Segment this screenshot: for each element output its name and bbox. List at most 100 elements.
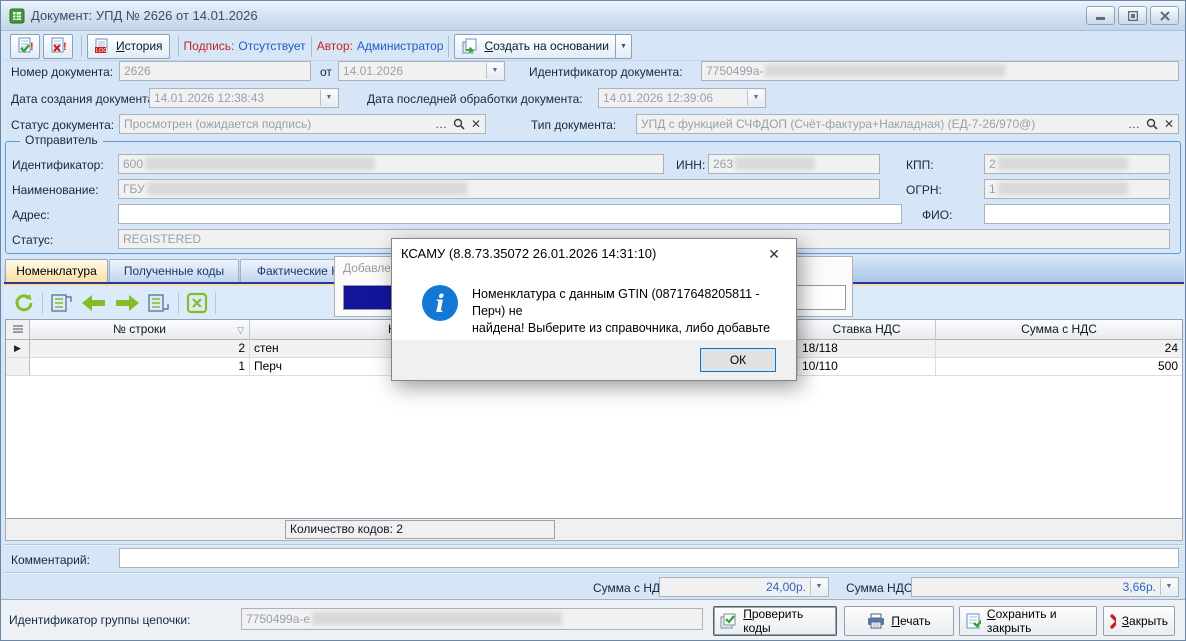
move-all-right-button[interactable] — [147, 292, 171, 314]
redacted-text — [998, 182, 1128, 195]
refresh-icon — [13, 292, 35, 314]
export-excel-button[interactable] — [186, 292, 208, 314]
doc-cross-icon: ! — [50, 37, 66, 55]
document-window: Документ: УПД № 2626 от 14.01.2026 ! ! L… — [0, 0, 1186, 641]
message-dialog: КСАМУ (8.8.73.35072 26.01.2026 14:31:10)… — [391, 238, 797, 381]
signature-label: Подпись: — [184, 39, 235, 53]
doc-type-label: Тип документа: — [531, 115, 616, 135]
move-right-button[interactable] — [114, 294, 140, 312]
doc-check-icon: ! — [17, 37, 33, 55]
check-codes-button[interactable]: Проверить коды — [713, 606, 837, 636]
close-icon — [1160, 11, 1170, 21]
cell-row-number[interactable]: 1 — [30, 358, 250, 376]
sender-inn-label: ИНН: — [676, 155, 705, 175]
sender-fio-field[interactable] — [984, 204, 1170, 224]
comment-field[interactable] — [119, 548, 1179, 568]
created-date-label: Дата создания документа: — [11, 89, 158, 109]
maximize-button[interactable] — [1118, 6, 1147, 25]
dropdown-icon[interactable]: ▼ — [1160, 579, 1177, 595]
sender-ogrn-label: ОГРН: — [906, 180, 942, 200]
cell-vat-rate[interactable]: 18/118 — [798, 340, 936, 358]
filter-icon[interactable]: ▽ — [237, 325, 244, 335]
list-out-icon — [50, 292, 74, 314]
sign-document-button[interactable]: ! — [10, 34, 40, 59]
minimize-button[interactable] — [1086, 6, 1115, 25]
sender-address-field[interactable] — [118, 204, 902, 224]
grid-footer: Количество кодов: 2 — [5, 519, 1183, 541]
create-based-on-button[interactable]: Создать на основании — [454, 34, 616, 59]
chain-group-label: Идентификатор группы цепочки: — [9, 610, 190, 630]
sender-kpp-field: 2 — [984, 154, 1170, 174]
save-close-button[interactable]: Сохранить и закрыть — [959, 606, 1097, 636]
arrow-right-icon — [114, 294, 140, 312]
move-left-button[interactable] — [81, 294, 107, 312]
cell-sum[interactable]: 24 — [936, 340, 1182, 358]
app-icon — [9, 8, 25, 24]
tab-received-codes[interactable]: Полученные коды — [109, 259, 239, 282]
divider — [4, 545, 1184, 546]
codes-count: Количество кодов: 2 — [285, 520, 555, 539]
row-selector-header — [6, 320, 30, 340]
comment-label: Комментарий: — [11, 550, 90, 570]
refresh-button[interactable] — [13, 292, 35, 314]
sender-fio-label: ФИО: — [922, 205, 952, 225]
close-button[interactable] — [1150, 6, 1179, 25]
column-header-sum-with-vat[interactable]: Сумма с НДС — [936, 320, 1182, 340]
close-form-button[interactable]: Закрыть — [1103, 606, 1175, 636]
move-all-left-button[interactable] — [50, 292, 74, 314]
column-header-vat-rate[interactable]: Ставка НДС — [798, 320, 936, 340]
redacted-text — [147, 182, 467, 195]
excel-icon — [186, 292, 208, 314]
top-toolbar: ! ! LOG История Подпись: Отсутствует Авт… — [4, 32, 1184, 61]
reject-document-button[interactable]: ! — [43, 34, 73, 59]
current-row-marker: ▶ — [6, 340, 30, 358]
toolbar-separator — [448, 36, 449, 57]
cell-row-number[interactable]: 2 — [30, 340, 250, 358]
column-header-row-number[interactable]: № строки ▽ — [30, 320, 250, 340]
search-icon[interactable] — [1146, 118, 1158, 130]
chevron-down-icon: ▼ — [620, 43, 627, 50]
print-button[interactable]: Печать — [844, 606, 954, 636]
save-close-label: Сохранить и закрыть — [987, 607, 1090, 635]
ellipsis-button[interactable]: … — [1128, 115, 1140, 133]
clear-button[interactable]: ✕ — [1164, 115, 1174, 133]
ok-button[interactable]: ОК — [700, 348, 776, 372]
created-date-field: 14.01.2026 12:38:43 ▼ — [149, 88, 339, 108]
dropdown-icon[interactable]: ▼ — [810, 579, 827, 595]
bottom-bar: Идентификатор группы цепочки: 7750499a-e… — [1, 599, 1185, 640]
cell-vat-rate[interactable]: 10/110 — [798, 358, 936, 376]
svg-text:!: ! — [30, 41, 33, 53]
redacted-text — [145, 157, 375, 170]
dialog-message-line1: Номенклатура с данным GTIN (087176482058… — [472, 286, 784, 320]
toolbar-separator — [311, 36, 312, 57]
sender-name-label: Наименование: — [12, 180, 99, 200]
sender-name-field: ГБУ — [118, 179, 880, 199]
redacted-text — [312, 612, 562, 625]
title-bar: Документ: УПД № 2626 от 14.01.2026 — [1, 1, 1185, 31]
doc-number-field: 2626 — [119, 61, 311, 81]
clear-button[interactable]: ✕ — [471, 115, 481, 133]
sender-id-label: Идентификатор: — [12, 155, 104, 175]
create-based-on-label: Создать на основании — [484, 39, 609, 53]
dialog-footer: ОК — [392, 340, 796, 380]
search-icon[interactable] — [453, 118, 465, 130]
redacted-text — [998, 157, 1128, 170]
sender-status-label: Статус: — [12, 230, 53, 250]
history-label: История — [116, 39, 163, 53]
create-based-on-icon — [461, 38, 479, 54]
sum-with-vat-field: 24,00р. ▼ — [659, 577, 829, 597]
cell-sum[interactable]: 500 — [936, 358, 1182, 376]
ellipsis-button[interactable]: … — [435, 115, 447, 133]
history-button[interactable]: LOG История — [87, 34, 170, 59]
arrow-left-icon — [81, 294, 107, 312]
dialog-close-button[interactable]: ✕ — [753, 240, 795, 268]
date-dropdown-icon: ▼ — [320, 90, 337, 106]
sum-vat-field: 3,66р. ▼ — [911, 577, 1179, 597]
redacted-text — [735, 157, 815, 170]
svg-text:LOG: LOG — [96, 48, 108, 54]
doc-id-field: 7750499a- — [701, 61, 1179, 81]
close-form-label: Закрыть — [1122, 614, 1168, 628]
divider — [4, 573, 1184, 574]
tab-nomenklatura[interactable]: Номенклатура — [5, 259, 108, 282]
create-based-on-dropdown[interactable]: ▼ — [616, 34, 632, 59]
